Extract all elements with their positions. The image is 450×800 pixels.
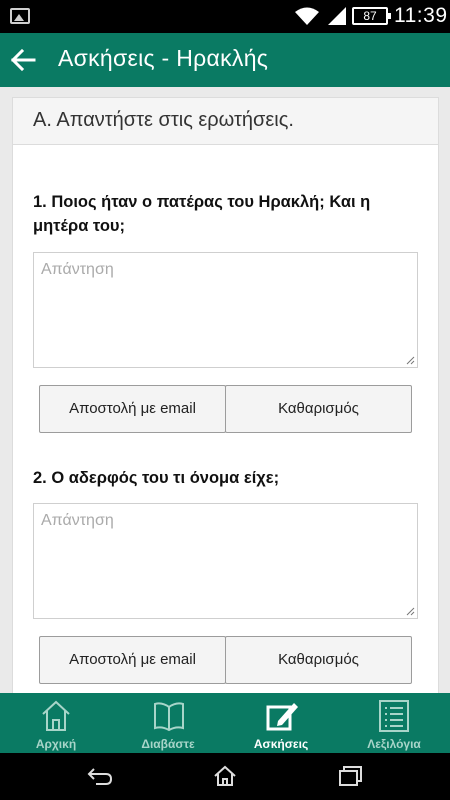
back-arrow-icon[interactable]: [8, 45, 38, 75]
nav-item-home[interactable]: Αρχική: [0, 693, 112, 753]
nav-item-exercises[interactable]: Ασκήσεις: [225, 693, 337, 753]
edit-icon: [266, 703, 298, 731]
resize-grip-icon[interactable]: [405, 355, 415, 365]
nav-label-vocabulary: Λεξιλόγια: [367, 737, 421, 751]
home-icon: [42, 700, 70, 731]
nav-label-exercises: Ασκήσεις: [253, 737, 309, 751]
page-title: Ασκήσεις - Ηρακλής: [58, 45, 269, 71]
resize-grip-icon[interactable]: [405, 606, 415, 616]
book-icon: [154, 702, 184, 732]
answer-placeholder-2: Απάντηση: [41, 512, 114, 529]
question-2: 2. Ο αδερφός του τι όνομα είχε;: [33, 469, 280, 487]
nav-label-home: Αρχική: [35, 737, 77, 751]
clock: 11:39: [394, 4, 448, 27]
system-back-icon[interactable]: [86, 765, 114, 787]
exercise-card: Α. Απαντήστε στις ερωτήσεις. 1. Ποιος ήτ…: [12, 97, 439, 693]
email-button-1[interactable]: Αποστολή με email: [39, 385, 226, 433]
answer-placeholder-1: Απάντηση: [41, 261, 114, 278]
nav-item-vocabulary[interactable]: Λεξιλόγια: [338, 693, 450, 753]
answer-field-2[interactable]: Απάντηση: [33, 503, 418, 619]
question-1: 1. Ποιος ήταν ο πατέρας του Ηρακλή; Και …: [33, 193, 371, 235]
email-button-2[interactable]: Αποστολή με email: [39, 636, 226, 684]
system-navigation-bar: [0, 753, 450, 800]
system-home-icon[interactable]: [212, 765, 238, 787]
list-icon: [379, 700, 409, 732]
status-bar: 87 11:39: [0, 0, 450, 33]
bottom-navigation: Αρχική Διαβάστε Ασκήσεις Λεξιλόγια: [0, 693, 450, 753]
card-header: Α. Απαντήστε στις ερωτήσεις.: [13, 98, 438, 145]
nav-label-read: Διαβάστε: [141, 737, 195, 751]
image-notification-icon: [10, 8, 30, 24]
battery-indicator: 87: [352, 7, 391, 25]
wifi-icon: [295, 7, 319, 25]
clear-button-2[interactable]: Καθαρισμός: [225, 636, 412, 684]
app-bar: Ασκήσεις - Ηρακλής: [0, 33, 450, 87]
system-recents-icon[interactable]: [337, 765, 363, 787]
main-content[interactable]: Α. Απαντήστε στις ερωτήσεις. 1. Ποιος ήτ…: [0, 87, 450, 693]
signal-icon: [328, 7, 346, 25]
battery-level: 87: [363, 9, 377, 23]
clear-button-1[interactable]: Καθαρισμός: [225, 385, 412, 433]
nav-item-read[interactable]: Διαβάστε: [112, 693, 224, 753]
answer-field-1[interactable]: Απάντηση: [33, 252, 418, 368]
